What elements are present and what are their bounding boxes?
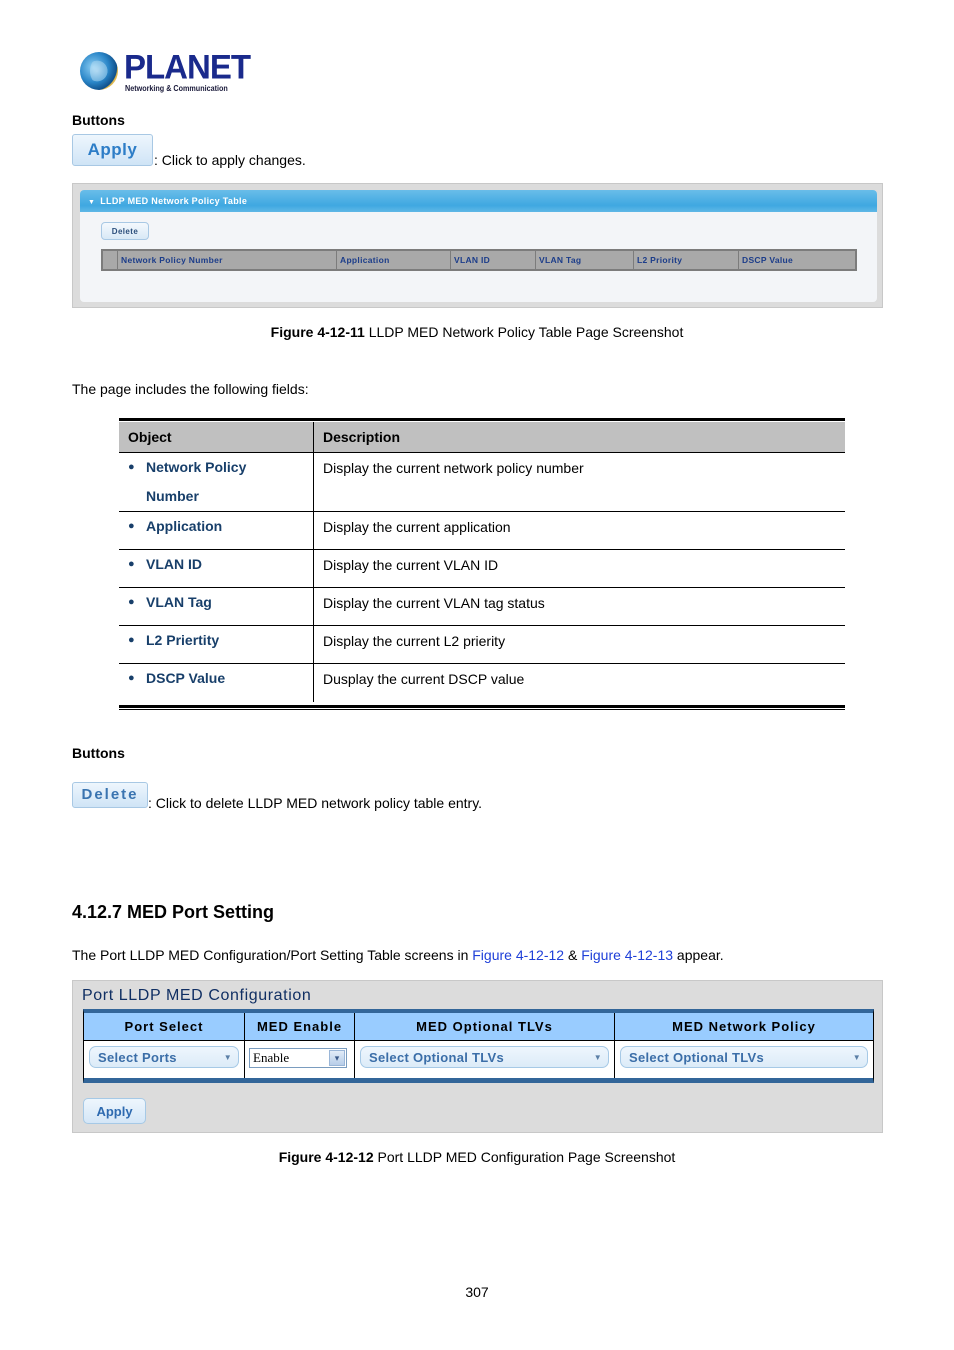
apply-button-image: Apply	[72, 134, 153, 166]
delete-button-image: Delete	[72, 782, 148, 808]
table-row: ● VLAN Tag Display the current VLAN tag s…	[119, 587, 845, 626]
column-vlan-id: VLAN ID	[450, 251, 535, 269]
apply-description: : Click to apply changes.	[154, 152, 306, 168]
table-row: ● Application Display the current applica…	[119, 511, 845, 550]
figure-port-lldp-med-config-screenshot: Port LLDP MED Configuration Port Select …	[72, 980, 883, 1133]
network-policy-table-header: Network Policy Number Application VLAN I…	[101, 249, 857, 271]
column-dscp-value: DSCP Value	[738, 251, 855, 269]
network-policy-dropdown[interactable]: Select Optional TLVs ▼	[620, 1046, 868, 1068]
object-name: Application	[146, 518, 223, 534]
section-intro-mid: &	[564, 947, 582, 963]
delete-description: : Click to delete LLDP MED network polic…	[148, 795, 483, 811]
object-name-cont: Number	[146, 488, 199, 504]
bullet-icon: ●	[128, 672, 135, 684]
intro-text: The page includes the following fields:	[72, 381, 309, 397]
section-title: 4.12.7 MED Port Setting	[72, 902, 275, 922]
table-row: ● DSCP Value Dusplay the current DSCP val…	[119, 663, 845, 702]
table-row: ● VLAN ID Display the current VLAN ID	[119, 549, 845, 588]
column-application: Application	[336, 251, 450, 269]
panel-titlebar[interactable]: ▼ LLDP MED Network Policy Table	[80, 190, 877, 212]
logo-tagline: Networking & Communication	[125, 84, 228, 93]
figure-12-caption: Figure 4-12-12 Port LLDP MED Configurati…	[0, 1149, 954, 1165]
column-network-policy-number: Network Policy Number	[117, 251, 336, 269]
optional-tlvs-cell: Select Optional TLVs ▼	[354, 1041, 614, 1078]
bullet-icon: ●	[128, 596, 135, 608]
apply-button[interactable]: Apply	[83, 1098, 146, 1124]
buttons-heading-2: Buttons	[72, 745, 125, 761]
figure-13-link[interactable]: Figure 4-12-13	[581, 947, 673, 963]
table-bottom-rule-thin	[119, 709, 845, 710]
object-name: L2 Priertity	[146, 632, 220, 648]
network-policy-panel: ▼ LLDP MED Network Policy Table Delete Ne…	[80, 190, 877, 302]
figure-12-label: Figure 4-12-12	[278, 1149, 374, 1165]
med-enable-value: Enable	[253, 1050, 290, 1065]
object-description: Display the current VLAN tag status	[313, 587, 845, 626]
buttons-heading: Buttons	[72, 112, 125, 128]
object-name: VLAN ID	[146, 556, 202, 572]
port-select-value: Select Ports	[98, 1050, 177, 1065]
object-description: Display the current network policy numbe…	[313, 452, 845, 512]
column-med-optional-tlvs: MED Optional TLVs	[354, 1013, 614, 1040]
column-vlan-tag: VLAN Tag	[535, 251, 633, 269]
column-port-select: Port Select	[124, 1019, 204, 1034]
config-title: Port LLDP MED Configuration	[82, 987, 312, 1004]
optional-tlvs-dropdown[interactable]: Select Optional TLVs ▼	[360, 1046, 609, 1068]
object-name: VLAN Tag	[146, 594, 212, 610]
network-policy-value: Select Optional TLVs	[629, 1050, 765, 1065]
delete-button[interactable]: Delete	[101, 222, 149, 240]
table-row: ● Network Policy Number Display the curren…	[119, 452, 845, 512]
object-name: DSCP Value	[146, 670, 226, 686]
globe-icon	[80, 52, 118, 90]
object-description: Display the current VLAN ID	[313, 549, 845, 588]
med-enable-cell: Enable ▾	[244, 1041, 354, 1078]
figure-11-text: LLDP MED Network Policy Table Page Scree…	[364, 324, 684, 340]
planet-logo: PLANET Networking & Communication	[78, 47, 251, 98]
bullet-icon: ●	[128, 558, 135, 570]
figure-11-caption: Figure 4-12-11 LLDP MED Network Policy T…	[0, 324, 954, 340]
fields-table: Object Description ● Network Policy Number…	[119, 422, 845, 702]
config-table-header: Port Select MED Enable MED Optional TLVs…	[84, 1013, 873, 1041]
table-bottom-rule	[119, 705, 845, 708]
header-description: Description	[313, 422, 845, 453]
header-object: Object	[119, 422, 314, 453]
object-description: Display the current L2 prierity	[313, 625, 845, 664]
column-med-enable: MED Enable	[244, 1013, 354, 1040]
table-row: ● L2 Priertity Display the current L2 pri…	[119, 625, 845, 664]
chevron-down-icon[interactable]: ▾	[329, 1050, 345, 1066]
select-column	[103, 251, 117, 269]
figure-12-link[interactable]: Figure 4-12-12	[472, 947, 564, 963]
chevron-down-icon: ▼	[852, 1053, 861, 1062]
port-select-cell: Select Ports ▼	[84, 1041, 244, 1078]
figure-11-label: Figure 4-12-11	[270, 324, 365, 340]
collapse-arrow-icon[interactable]: ▼	[88, 199, 95, 206]
page-number: 307	[465, 1284, 489, 1300]
chevron-down-icon: ▼	[593, 1053, 602, 1062]
med-enable-select[interactable]: Enable ▾	[249, 1048, 347, 1068]
section-intro-after: appear.	[673, 947, 724, 963]
port-select-dropdown[interactable]: Select Ports ▼	[89, 1046, 239, 1068]
config-table-row: Select Ports ▼ Enable ▾ Select Optional …	[84, 1041, 873, 1078]
section-intro: The Port LLDP MED Configuration/Port Set…	[72, 947, 724, 963]
figure-12-text: Port LLDP MED Configuration Page Screens…	[373, 1149, 676, 1165]
column-med-network-policy: MED Network Policy	[614, 1013, 873, 1040]
panel-title: LLDP MED Network Policy Table	[100, 196, 248, 206]
network-policy-cell: Select Optional TLVs ▼	[614, 1041, 873, 1078]
object-description: Display the current application	[313, 511, 845, 550]
section-intro-before: The Port LLDP MED Configuration/Port Set…	[72, 947, 473, 963]
table-top-rule	[119, 418, 845, 421]
figure-network-policy-table-screenshot: ▼ LLDP MED Network Policy Table Delete Ne…	[72, 183, 883, 308]
object-name: Network Policy	[146, 459, 247, 475]
bullet-icon: ●	[128, 634, 135, 646]
logo-brand: PLANET	[124, 47, 251, 86]
optional-tlvs-value: Select Optional TLVs	[369, 1050, 505, 1065]
bullet-icon: ●	[128, 461, 135, 473]
chevron-down-icon: ▼	[223, 1053, 232, 1062]
port-lldp-med-config-table: Port Select MED Enable MED Optional TLVs…	[83, 1009, 874, 1083]
column-l2-priority: L2 Priority	[633, 251, 738, 269]
object-description: Dusplay the current DSCP value	[323, 671, 525, 687]
bullet-icon: ●	[128, 520, 135, 532]
